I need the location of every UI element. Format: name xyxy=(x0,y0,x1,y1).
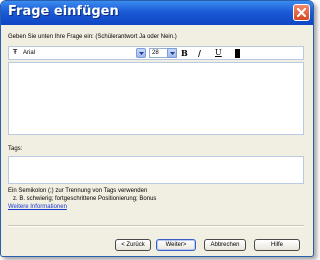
chevron-down-icon xyxy=(139,52,144,55)
tags-hint: Ein Semikolon (;) zur Trennung von Tags … xyxy=(8,188,148,194)
insert-question-dialog: Frage einfügen Geben Sie unten Ihre Frag… xyxy=(0,0,314,257)
tags-label: Tags: xyxy=(8,146,23,152)
cancel-button[interactable]: Abbrechen xyxy=(204,239,246,251)
help-button[interactable]: Hilfe xyxy=(254,239,300,251)
tags-input[interactable] xyxy=(8,156,304,184)
font-size-value: 28 xyxy=(152,50,159,56)
underline-button[interactable]: U xyxy=(215,48,222,57)
close-button[interactable] xyxy=(293,4,310,21)
question-editor[interactable] xyxy=(8,62,304,135)
chevron-down-icon xyxy=(170,52,175,55)
more-information-link[interactable]: Weitere Informationen xyxy=(8,204,67,210)
next-button[interactable]: Weiter> xyxy=(156,239,196,251)
divider xyxy=(8,225,304,227)
question-prompt: Geben Sie unten Ihre Frage ein: (Schüler… xyxy=(8,34,177,40)
font-family-select[interactable]: Arial xyxy=(23,50,35,56)
font-family-dropdown-button[interactable] xyxy=(136,48,146,58)
bold-button[interactable]: B xyxy=(181,48,188,58)
text-color-button[interactable] xyxy=(235,49,240,58)
italic-button[interactable]: / xyxy=(198,48,201,58)
format-toolbar: Ŧ Arial 28 B / U xyxy=(8,46,304,60)
close-icon xyxy=(297,8,306,17)
back-button[interactable]: < Zurück xyxy=(115,239,151,251)
dialog-title: Frage einfügen xyxy=(8,4,119,19)
font-size-dropdown-button[interactable] xyxy=(167,48,177,58)
tags-example: z. B. schwierig; fortgeschrittene Positi… xyxy=(13,196,157,202)
title-bar[interactable]: Frage einfügen xyxy=(1,1,313,25)
font-icon: Ŧ xyxy=(13,49,18,56)
